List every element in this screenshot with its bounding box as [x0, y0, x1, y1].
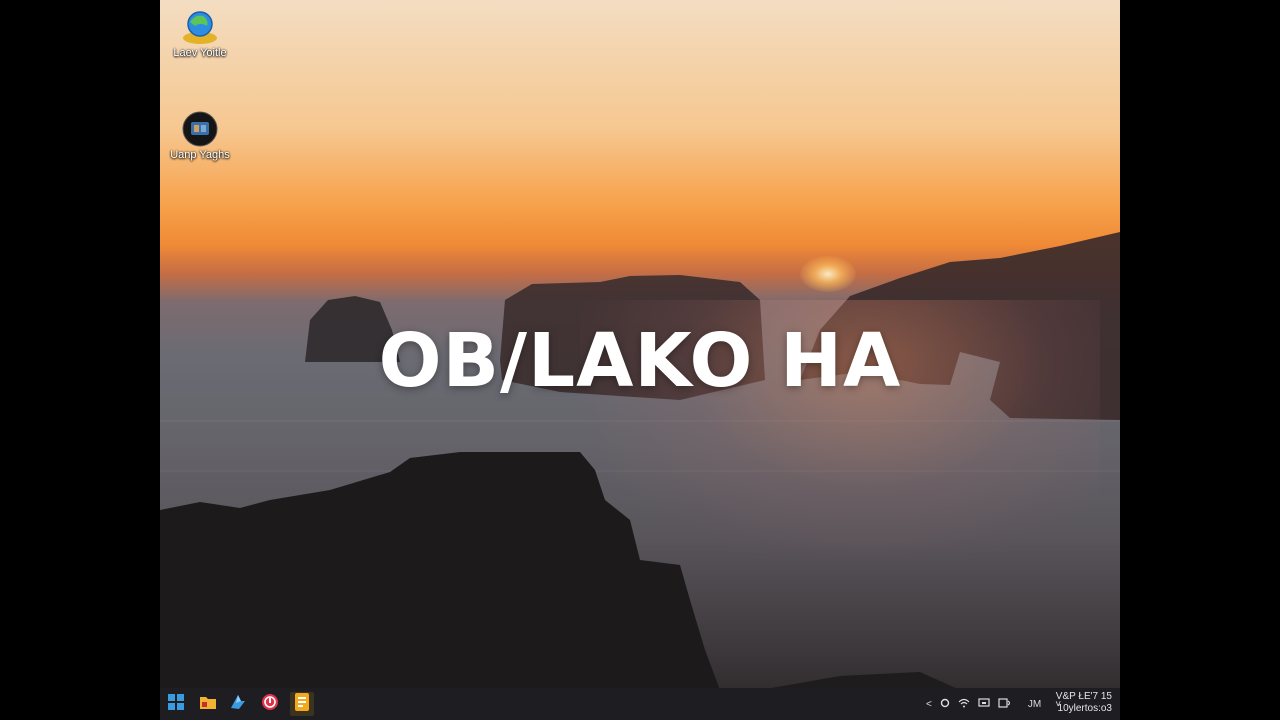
desktop-shortcut-2-label: Uanp Yaghs: [170, 149, 230, 161]
document-app-icon: [293, 692, 311, 716]
app-red-icon: [261, 693, 279, 715]
file-explorer-icon: [199, 694, 217, 714]
taskbar-document-app[interactable]: [290, 692, 314, 716]
start-button[interactable]: [164, 692, 188, 716]
browser-globe-icon: [181, 8, 219, 46]
desktop-shortcut-1[interactable]: Laev Yoitle: [162, 8, 238, 59]
display-icon[interactable]: [978, 697, 990, 711]
app-blue-icon: [229, 693, 247, 715]
taskbar-clock[interactable]: V&P ŁE'7 15 10ylertos:o3: [1056, 691, 1112, 715]
media-app-icon: [181, 110, 219, 148]
taskbar-file-explorer[interactable]: [196, 692, 220, 716]
clock-date: 10ylertos:o3: [1057, 703, 1112, 714]
wallpaper-headline: OB/LAKO HA: [378, 318, 902, 404]
windows-start-icon: [168, 694, 184, 714]
taskbar: < JM ˅ V&P ŁE'7 15 10ylertos:o3: [160, 688, 1120, 720]
show-hidden-icons-button[interactable]: <: [926, 699, 932, 710]
clock-time: V&P ŁE'7 15: [1055, 691, 1112, 702]
settings-gear-icon[interactable]: [940, 698, 950, 711]
system-tray: < JM ˅: [922, 688, 1065, 720]
desktop-shortcut-1-label: Laev Yoitle: [173, 47, 227, 59]
volume-icon[interactable]: [998, 697, 1012, 711]
taskbar-app-red[interactable]: [258, 692, 282, 716]
network-icon[interactable]: [958, 698, 970, 711]
desktop: OB/LAKO HA Laev Yoitle Uanp Yaghs < JM ˅…: [160, 0, 1120, 720]
desktop-shortcut-2[interactable]: Uanp Yaghs: [162, 110, 238, 161]
taskbar-app-blue[interactable]: [226, 692, 250, 716]
input-language-indicator[interactable]: JM: [1028, 699, 1041, 710]
